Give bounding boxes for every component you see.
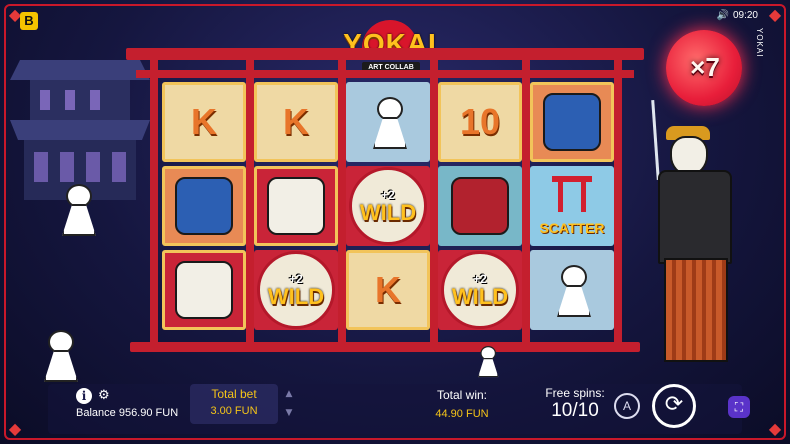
symbol-wild: +2 WILD [254, 250, 338, 330]
bet-stepper: ▲ ▼ [282, 385, 296, 425]
speaker-icon[interactable]: 🔊 [717, 10, 729, 21]
symbol-k: K [254, 82, 338, 162]
symbol-ten: 10 [438, 82, 522, 162]
samurai-character [640, 99, 750, 370]
info-icon[interactable]: i [76, 388, 92, 404]
symbol-samurai [254, 166, 338, 246]
torii-beam-bottom [130, 342, 640, 352]
reel-column: K [162, 82, 246, 332]
bet-increase-icon[interactable]: ▲ [282, 385, 296, 404]
symbol-samurai [162, 250, 246, 330]
wild-badge: +2 WILD [441, 251, 519, 329]
symbol-label: K [191, 101, 217, 142]
katana-icon [651, 99, 660, 181]
scatter-label: SCATTER [539, 220, 605, 236]
symbol-doll [346, 82, 430, 162]
torii-gate-icon [552, 176, 592, 216]
mask-character-icon [543, 93, 601, 151]
reel-column: +2 WILD K [346, 82, 430, 332]
symbol-scatter: SCATTER [530, 166, 614, 246]
symbol-k: K [162, 82, 246, 162]
teru-teru-doll-icon [557, 265, 591, 317]
brand-logo: B [20, 12, 38, 30]
symbol-wild: +2 WILD [346, 166, 430, 246]
status-bar: 🔊 09:20 [717, 10, 758, 21]
total-win-value: 44.90 FUN [435, 408, 489, 420]
symbol-mask [162, 166, 246, 246]
wild-badge: +2 WILD [349, 167, 427, 245]
bet-decrease-icon[interactable]: ▼ [282, 404, 296, 423]
spin-button[interactable]: ⟳ [652, 384, 696, 428]
teru-teru-doll [478, 346, 499, 378]
autoplay-button[interactable]: A [614, 393, 640, 419]
samurai-character-icon [175, 261, 233, 319]
symbol-wild: +2 WILD [438, 250, 522, 330]
samurai-character-icon [267, 177, 325, 235]
free-spins-label: Free spins: [545, 386, 605, 400]
total-bet-panel: Total bet 3.00 FUN [190, 384, 278, 424]
torii-post [614, 58, 622, 344]
wild-label: WILD [359, 200, 417, 225]
clock-time: 09:20 [732, 10, 758, 21]
teru-teru-doll [44, 330, 78, 382]
symbol-label: K [283, 101, 309, 142]
free-spins-panel: Free spins: 10/10 [540, 386, 610, 422]
teru-teru-doll-icon [373, 97, 407, 149]
symbol-label: 10 [459, 101, 501, 142]
horse-character-icon [451, 177, 509, 235]
torii-beam-top [126, 48, 644, 60]
total-bet-label: Total bet [211, 387, 257, 401]
corner-ornament-icon: ◆ [768, 5, 782, 24]
total-win-panel: Total win: 44.90 FUN [420, 388, 504, 420]
free-spins-value: 10/10 [551, 400, 599, 421]
wild-badge: +2 WILD [257, 251, 335, 329]
corner-ornament-icon: ◆ [768, 419, 782, 438]
reel-column: K +2 WILD [254, 82, 338, 332]
wild-label: WILD [267, 284, 325, 309]
symbol-k: K [346, 250, 430, 330]
symbol-mask [530, 82, 614, 162]
spin-arrows-icon: ⟳ [664, 392, 684, 417]
samurai-hakama [664, 258, 728, 362]
reel-column: SCATTER [530, 82, 614, 332]
samurai-robe [658, 170, 732, 264]
symbol-horse [438, 166, 522, 246]
win-multiplier: ×7 [690, 52, 720, 82]
corner-ornament-icon: ◆ [8, 419, 22, 438]
balance-label: Balance [76, 407, 116, 419]
teru-teru-doll [62, 184, 96, 236]
fullscreen-button[interactable]: ⛶ [728, 396, 750, 418]
wild-label: WILD [451, 284, 509, 309]
reel-grid: K K +2 WILD +2 WILD K 10 +2 WILD SCATTER [162, 82, 614, 332]
game-name-vertical: YOKAI [755, 28, 764, 58]
torii-beam-second [136, 70, 634, 78]
torii-post [150, 58, 158, 344]
balance-display: Balance 956.90 FUN [76, 407, 178, 419]
gear-icon[interactable]: ⚙ [98, 388, 110, 403]
balance-value: 956.90 FUN [118, 407, 179, 419]
reel-column: 10 +2 WILD [438, 82, 522, 332]
symbol-label: K [375, 269, 401, 310]
total-win-label: Total win: [436, 388, 488, 402]
total-bet-value: 3.00 FUN [210, 405, 258, 417]
fullscreen-icon: ⛶ [734, 400, 744, 414]
symbol-doll [530, 250, 614, 330]
mask-character-icon [175, 177, 233, 235]
